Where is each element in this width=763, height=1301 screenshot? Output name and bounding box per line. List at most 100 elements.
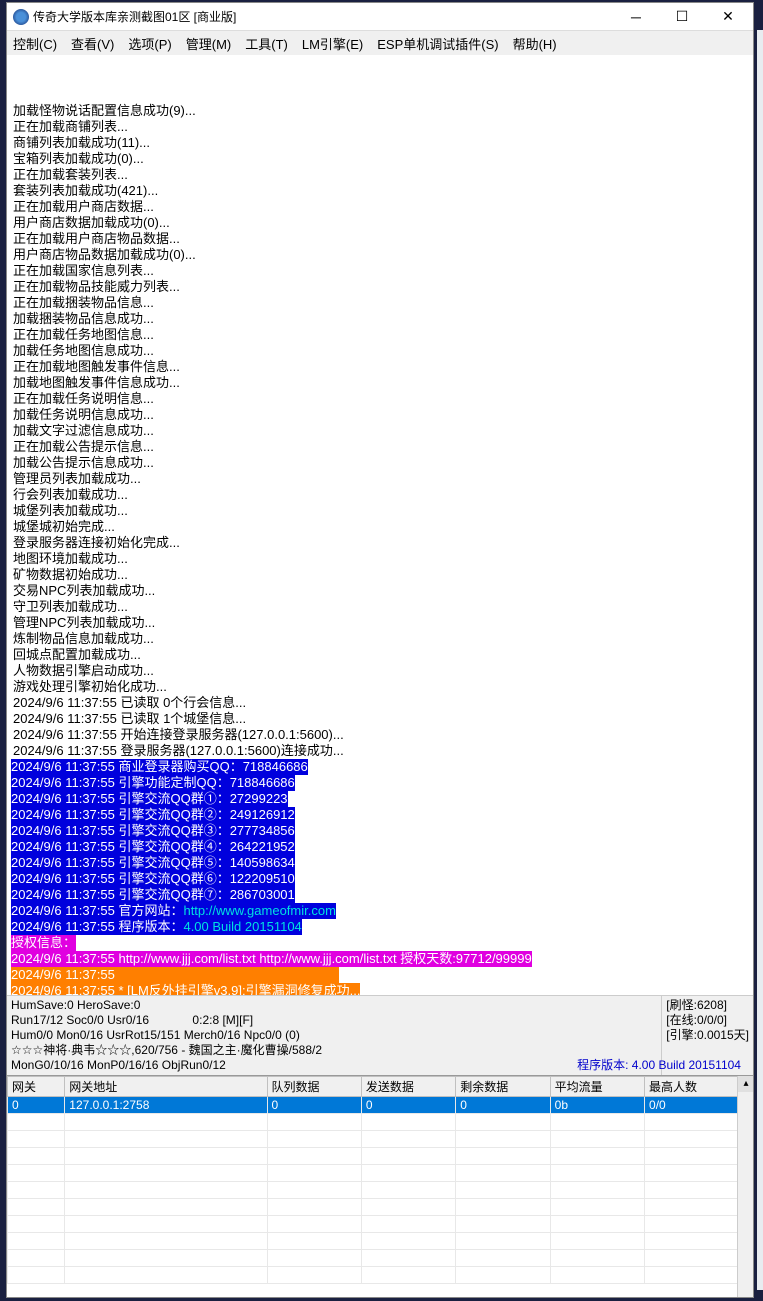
log-line: 2024/9/6 11:37:55 程序版本：4.00 Build 201511… (11, 919, 753, 935)
log-line: 正在加载商铺列表... (11, 119, 753, 135)
table-row[interactable] (8, 1199, 753, 1216)
log-line: 宝箱列表加载成功(0)... (11, 151, 753, 167)
log-line: 2024/9/6 11:37:55 已读取 1个城堡信息... (11, 711, 753, 727)
log-line: 用户商店数据加载成功(0)... (11, 215, 753, 231)
log-line: 登录服务器连接初始化完成... (11, 535, 753, 551)
status-left: HumSave:0 HeroSave:0 Run17/12 Soc0/0 Usr… (7, 996, 661, 1075)
log-line: 加载怪物说话配置信息成功(9)... (11, 103, 753, 119)
cell: 0b (550, 1097, 644, 1114)
table-row[interactable] (8, 1165, 753, 1182)
log-line: 加载任务说明信息成功... (11, 407, 753, 423)
side-strip (757, 30, 763, 1290)
log-line: 2024/9/6 11:37:55 引擎交流QQ群③：277734856 (11, 823, 753, 839)
log-line: 用户商店物品数据加载成功(0)... (11, 247, 753, 263)
log-line: 矿物数据初始成功... (11, 567, 753, 583)
log-line: 城堡城初始完成... (11, 519, 753, 535)
menu-esp[interactable]: ESP单机调试插件(S) (377, 34, 498, 53)
menu-manage[interactable]: 管理(M) (186, 34, 232, 53)
menu-view[interactable]: 查看(V) (71, 34, 114, 53)
log-line: 回城点配置加载成功... (11, 647, 753, 663)
log-line: 加载文字过滤信息成功... (11, 423, 753, 439)
cell: 0 (267, 1097, 361, 1114)
log-line: 2024/9/6 11:37:55 引擎交流QQ群⑦：286703001 (11, 887, 753, 903)
window-title: 传奇大学版本库亲测截图01区 [商业版] (33, 8, 613, 25)
log-line: 2024/9/6 11:37:55 * [LM反外挂引擎v3.9]:引擎漏洞修复… (11, 983, 753, 995)
cell: 127.0.0.1:2758 (65, 1097, 267, 1114)
scrollbar[interactable]: ▴ (737, 1076, 753, 1297)
log-line: 2024/9/6 11:37:55 登录服务器(127.0.0.1:5600)连… (11, 743, 753, 759)
status-bar: HumSave:0 HeroSave:0 Run17/12 Soc0/0 Usr… (7, 995, 753, 1075)
maximize-button[interactable]: ☐ (659, 4, 705, 30)
menubar: 控制(C) 查看(V) 选项(P) 管理(M) 工具(T) LM引擎(E) ES… (7, 31, 753, 55)
table-row[interactable] (8, 1114, 753, 1131)
log-line: 商铺列表加载成功(11)... (11, 135, 753, 151)
log-line: 炼制物品信息加载成功... (11, 631, 753, 647)
log-line: 正在加载用户商店物品数据... (11, 231, 753, 247)
log-line: 正在加载公告提示信息... (11, 439, 753, 455)
log-line: 套装列表加载成功(421)... (11, 183, 753, 199)
log-line: 2024/9/6 11:37:55 引擎功能定制QQ：718846686 (11, 775, 753, 791)
grid-col[interactable]: 网关地址 (65, 1077, 267, 1097)
log-line: 交易NPC列表加载成功... (11, 583, 753, 599)
grid-col[interactable]: 发送数据 (361, 1077, 455, 1097)
version-label: 程序版本: 4.00 Build 20151104 (573, 1056, 745, 1075)
log-line: 游戏处理引擎初始化成功... (11, 679, 753, 695)
grid-col[interactable]: 平均流量 (550, 1077, 644, 1097)
menu-lm[interactable]: LM引擎(E) (302, 34, 363, 53)
log-line: 授权信息： (11, 935, 753, 951)
table-row[interactable]: 0127.0.0.1:27580000b0/0 (8, 1097, 753, 1114)
log-line: 人物数据引擎启动成功... (11, 663, 753, 679)
log-line: 城堡列表加载成功... (11, 503, 753, 519)
scroll-up-icon[interactable]: ▴ (738, 1076, 753, 1092)
menu-tool[interactable]: 工具(T) (245, 34, 288, 53)
log-line: 2024/9/6 11:37:55 开始连接登录服务器(127.0.0.1:56… (11, 727, 753, 743)
log-line: 加载地图触发事件信息成功... (11, 375, 753, 391)
log-line: 2024/9/6 11:37:55 http://www.jjj.com/lis… (11, 951, 753, 967)
grid-col[interactable]: 队列数据 (267, 1077, 361, 1097)
table-row[interactable] (8, 1131, 753, 1148)
main-window: 传奇大学版本库亲测截图01区 [商业版] ─ ☐ ✕ 控制(C) 查看(V) 选… (6, 2, 754, 1298)
log-line: 正在加载任务说明信息... (11, 391, 753, 407)
log-line: 2024/9/6 11:37:55 引擎交流QQ群②：249126912 (11, 807, 753, 823)
minimize-button[interactable]: ─ (613, 4, 659, 30)
cell: 0 (8, 1097, 65, 1114)
titlebar[interactable]: 传奇大学版本库亲测截图01区 [商业版] ─ ☐ ✕ (7, 3, 753, 31)
log-line: 2024/9/6 11:37:55 引擎交流QQ群①：27299223 (11, 791, 753, 807)
menu-option[interactable]: 选项(P) (128, 34, 171, 53)
log-line: 加载任务地图信息成功... (11, 343, 753, 359)
gateway-grid[interactable]: 网关网关地址队列数据发送数据剩余数据平均流量最高人数 0127.0.0.1:27… (7, 1075, 753, 1297)
log-line: 2024/9/6 11:37:55 引擎交流QQ群⑤：140598634 (11, 855, 753, 871)
log-line: 地图环境加载成功... (11, 551, 753, 567)
log-line: 正在加载任务地图信息... (11, 327, 753, 343)
table-row[interactable] (8, 1148, 753, 1165)
cell: 0 (361, 1097, 455, 1114)
log-line: 2024/9/6 11:37:55 引擎交流QQ群④：264221952 (11, 839, 753, 855)
log-line: 2024/9/6 11:37:55 商业登录器购买QQ：718846686 (11, 759, 753, 775)
log-pane[interactable]: 加载怪物说话配置信息成功(9)...正在加载商铺列表...商铺列表加载成功(11… (7, 55, 753, 995)
log-line: 管理NPC列表加载成功... (11, 615, 753, 631)
log-line: 正在加载捆装物品信息... (11, 295, 753, 311)
log-line: 守卫列表加载成功... (11, 599, 753, 615)
grid-header: 网关网关地址队列数据发送数据剩余数据平均流量最高人数 (8, 1077, 753, 1097)
log-line: 加载捆装物品信息成功... (11, 311, 753, 327)
table-row[interactable] (8, 1182, 753, 1199)
log-line: 2024/9/6 11:37:55 引擎交流QQ群⑥：122209510 (11, 871, 753, 887)
grid-col[interactable]: 网关 (8, 1077, 65, 1097)
log-line: 管理员列表加载成功... (11, 471, 753, 487)
grid-col[interactable]: 剩余数据 (456, 1077, 550, 1097)
table-row[interactable] (8, 1267, 753, 1284)
log-line: 正在加载用户商店数据... (11, 199, 753, 215)
table-row[interactable] (8, 1250, 753, 1267)
log-line: 行会列表加载成功... (11, 487, 753, 503)
menu-control[interactable]: 控制(C) (13, 34, 57, 53)
table-row[interactable] (8, 1233, 753, 1250)
table-row[interactable] (8, 1216, 753, 1233)
close-button[interactable]: ✕ (705, 4, 751, 30)
log-line: 正在加载套装列表... (11, 167, 753, 183)
marker-icon (7, 199, 11, 215)
app-icon (13, 9, 29, 25)
cell: 0 (456, 1097, 550, 1114)
log-line: 加载公告提示信息成功... (11, 455, 753, 471)
log-line: 正在加载物品技能威力列表... (11, 279, 753, 295)
menu-help[interactable]: 帮助(H) (513, 34, 557, 53)
